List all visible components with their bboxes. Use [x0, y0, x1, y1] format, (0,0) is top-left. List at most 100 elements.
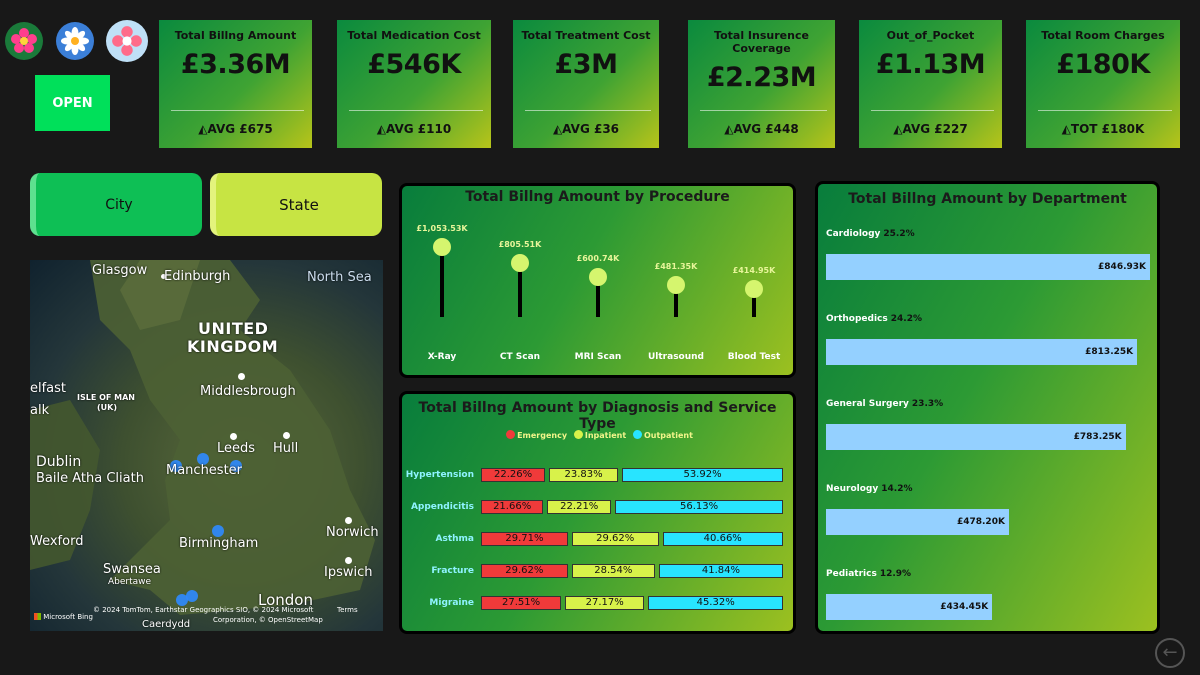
- bar-segment-inpatient: 28.54%: [571, 564, 655, 578]
- state-slicer[interactable]: State: [210, 173, 382, 236]
- category-label: Appendicitis: [410, 502, 474, 512]
- percent-label: 12.9%: [879, 569, 912, 579]
- bar-segment-inpatient: 29.62%: [571, 532, 659, 546]
- kpi-title: Total Billng Amount: [174, 29, 297, 42]
- map-label: Caerdydd: [142, 619, 191, 630]
- kpi-title: Total Insurence Coverage: [714, 29, 809, 55]
- map-label: Hull: [273, 441, 299, 456]
- kpi-value: £3M: [554, 49, 618, 80]
- map-attribution: © 2024 TomTom, Earthstar Geographics SIO…: [93, 606, 314, 614]
- category-label: Orthopedics 24.2%: [826, 314, 922, 324]
- kpi-room-charges: Total Room Charges £180K ◭TOT £180K: [1026, 20, 1180, 148]
- map-label: elfast: [30, 381, 67, 396]
- bar-segment-emergency: 21.66%: [481, 500, 544, 514]
- kpi-subvalue: ◭AVG £675: [198, 122, 273, 136]
- department-chart-panel: Total Billng Amount by Department Cardio…: [815, 181, 1160, 634]
- department-bar: £846.93K: [826, 254, 1150, 280]
- category-label: General Surgery 23.3%: [826, 399, 944, 409]
- location-pin[interactable]: [186, 590, 198, 602]
- open-button[interactable]: OPEN: [35, 75, 110, 131]
- kpi-title: Total Room Charges: [1041, 29, 1165, 42]
- map-label: Manchester: [166, 463, 243, 478]
- department-bar: £478.20K: [826, 509, 1009, 535]
- department-plot: Cardiology 25.2% £846.93K Orthopedics 24.2% £…: [818, 184, 1157, 631]
- map-label: ISLE OF MAN: [77, 393, 135, 402]
- city-dot: [230, 433, 237, 440]
- procedure-chart-panel: Total Billng Amount by Procedure £1,053.…: [399, 183, 796, 378]
- map-label: UNITED: [198, 319, 269, 338]
- kpi-total-billing: Total Billng Amount £3.36M ◭AVG £675: [159, 20, 312, 148]
- city-dot: [345, 557, 352, 564]
- diagnosis-plot: Hypertension 22.26% 23.83% 53.92% Appendicit…: [402, 394, 793, 631]
- percent-label: 14.2%: [881, 484, 913, 494]
- bar-segment-outpatient: 40.66%: [662, 532, 783, 546]
- kpi-title: Total Medication Cost: [347, 29, 481, 42]
- data-label: £481.35K: [654, 262, 698, 272]
- bar-segment-outpatient: 53.92%: [622, 468, 784, 482]
- kpi-value: £2.23M: [706, 62, 817, 93]
- map-label: Wexford: [30, 534, 84, 549]
- lollipop-marker: [589, 268, 607, 287]
- map-label: Edinburgh: [164, 269, 231, 284]
- percent-label: 23.3%: [911, 399, 944, 409]
- category-label: Fracture: [431, 566, 474, 576]
- map-label: alk: [30, 403, 50, 418]
- bing-logo: Microsoft Bing: [34, 613, 93, 621]
- kpi-insurance-coverage: Total Insurence Coverage £2.23M ◭AVG £44…: [688, 20, 835, 148]
- department-bar: £813.25K: [826, 339, 1138, 365]
- map-terms-link[interactable]: Terms: [337, 606, 358, 614]
- diagnosis-chart-panel: Total Billng Amount by Diagnosis and Ser…: [399, 391, 796, 634]
- map-label: Glasgow: [92, 263, 148, 278]
- city-dot: [238, 373, 245, 380]
- map-label: Abertawe: [108, 577, 152, 587]
- flower-icon-blue[interactable]: [56, 22, 94, 60]
- bar-segment-outpatient: 45.32%: [648, 596, 783, 610]
- category-label: Hypertension: [405, 470, 474, 480]
- kpi-subvalue: ◭AVG £227: [893, 122, 968, 136]
- kpi-title: Out_of_Pocket: [886, 29, 975, 42]
- map-label: Birmingham: [179, 536, 259, 551]
- map-label: Swansea: [103, 562, 161, 577]
- flower-icon-pink[interactable]: [106, 20, 148, 62]
- bar-segment-inpatient: 22.21%: [547, 500, 612, 514]
- back-arrow-icon[interactable]: ←: [1155, 638, 1185, 668]
- map-label: (UK): [97, 403, 118, 412]
- data-label: £414.95K: [732, 266, 776, 276]
- data-label: £805.51K: [498, 240, 542, 250]
- category-label: X-Ray: [427, 352, 457, 362]
- city-slicer[interactable]: City: [30, 173, 202, 236]
- map-attribution-2: Corporation, © OpenStreetMap: [213, 616, 323, 624]
- kpi-medication-cost: Total Medication Cost £546K ◭AVG £110: [337, 20, 491, 148]
- category-label: Blood Test: [727, 352, 781, 362]
- kpi-subvalue: ◭AVG £36: [552, 122, 620, 136]
- uk-map[interactable]: Glasgow Edinburgh North Sea UNITED KINGD…: [30, 260, 383, 631]
- map-label: North Sea: [307, 270, 372, 285]
- data-label: £600.74K: [576, 254, 620, 264]
- bar-segment-outpatient: 41.84%: [658, 564, 783, 578]
- category-label: Pediatrics 12.9%: [826, 569, 912, 579]
- department-bar: £783.25K: [826, 424, 1126, 450]
- category-label: CT Scan: [499, 352, 541, 362]
- bar-segment-emergency: 22.26%: [481, 468, 546, 482]
- category-label: Cardiology 25.2%: [826, 229, 915, 239]
- category-label: Migraine: [429, 598, 474, 608]
- map-label: KINGDOM: [187, 337, 279, 356]
- percent-label: 25.2%: [883, 229, 915, 239]
- kpi-value: £546K: [367, 49, 461, 80]
- city-dot: [345, 517, 352, 524]
- lollipop-marker: [667, 276, 685, 295]
- category-label: Neurology 14.2%: [826, 484, 913, 494]
- lollipop-marker: [511, 254, 529, 273]
- percent-label: 24.2%: [890, 314, 922, 324]
- lollipop-stem: [440, 247, 444, 317]
- kpi-value: £1.13M: [875, 49, 986, 80]
- kpi-title: Total Treatment Cost: [521, 29, 651, 42]
- kpi-value: £3.36M: [180, 49, 291, 80]
- city-dot: [283, 432, 290, 439]
- lollipop-marker: [745, 280, 763, 299]
- map-label: Middlesbrough: [200, 384, 296, 399]
- bar-segment-inpatient: 23.83%: [549, 468, 619, 482]
- map-label: Ipswich: [324, 565, 373, 580]
- procedure-plot: £1,053.53K X-Ray £805.51K CT Scan £600.74K MR…: [402, 186, 793, 375]
- flower-icon-green[interactable]: [5, 22, 43, 60]
